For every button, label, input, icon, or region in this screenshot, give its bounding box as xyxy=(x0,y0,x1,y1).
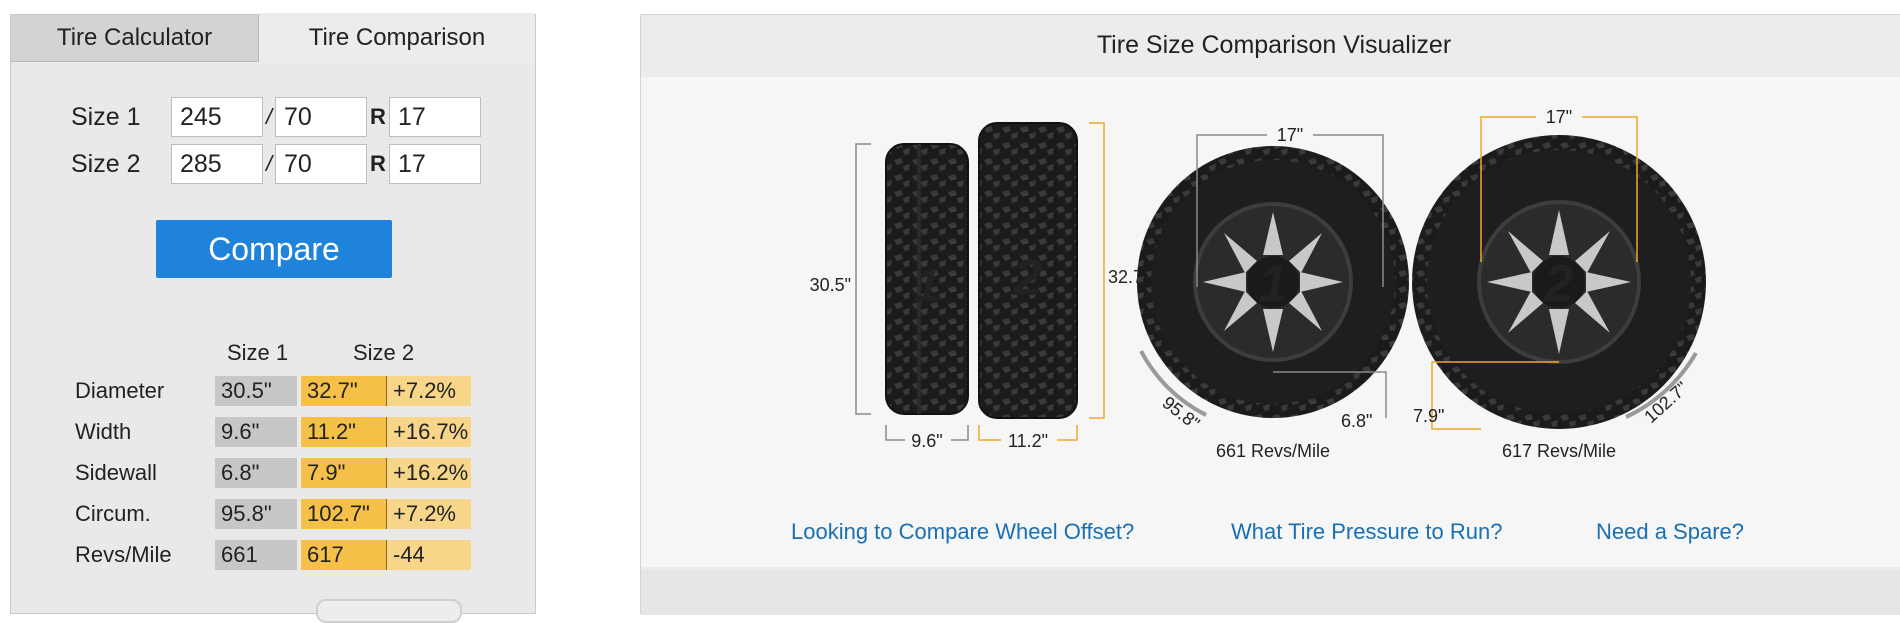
size2-rim-input[interactable] xyxy=(389,144,481,184)
tire1-diameter-bracket xyxy=(855,143,871,415)
tire1-front-view: 1 xyxy=(1137,146,1409,418)
results-header-size1: Size 1 xyxy=(227,340,289,365)
results-row: Revs/Mile 661 617 -44 xyxy=(75,539,471,571)
tire1-revs-label: 661 Revs/Mile xyxy=(1216,441,1330,461)
tire2-front-number: 2 xyxy=(1544,255,1574,313)
results-size1-value: 95.8" xyxy=(215,499,297,529)
results-size1-value: 6.8" xyxy=(215,458,297,488)
results-size2-value: 102.7" xyxy=(301,499,387,529)
tire2-side-view: 2 xyxy=(978,122,1078,419)
size2-row: Size 2 / R xyxy=(71,144,481,184)
size2-r: R xyxy=(370,151,386,176)
size1-aspect-input[interactable] xyxy=(275,97,367,137)
size1-row: Size 1 / R xyxy=(71,97,481,137)
tire1-width-label: 9.6" xyxy=(911,431,942,451)
results-row-label: Circum. xyxy=(75,501,151,526)
link-compare-wheel-offset[interactable]: Looking to Compare Wheel Offset? xyxy=(791,519,1134,545)
tire1-side-number: 1 xyxy=(914,259,940,311)
compare-button[interactable]: Compare xyxy=(156,220,392,278)
size2-label: Size 2 xyxy=(71,149,141,178)
tire2-width-label: 11.2" xyxy=(1008,431,1048,451)
visualizer-footer xyxy=(641,570,1900,615)
results-header-size2: Size 2 xyxy=(353,340,415,365)
results-size2-value: 11.2" xyxy=(301,417,387,447)
tab-tire-calculator[interactable]: Tire Calculator xyxy=(11,15,259,62)
size1-slash: / xyxy=(265,104,273,129)
results-size1-value: 30.5" xyxy=(215,376,297,406)
tab-tire-comparison[interactable]: Tire Comparison xyxy=(259,13,535,63)
results-diff-value: +16.7% xyxy=(387,417,471,447)
size1-r: R xyxy=(370,104,386,129)
results-diff-value: +16.2% xyxy=(387,458,471,488)
results-row: Sidewall 6.8" 7.9" +16.2% xyxy=(75,457,471,489)
size1-rim-input[interactable] xyxy=(389,97,481,137)
units-toggle[interactable] xyxy=(316,599,462,623)
size1-label: Size 1 xyxy=(71,102,141,131)
tire1-rim-label: 17" xyxy=(1277,125,1303,145)
tire2-rim-label: 17" xyxy=(1546,107,1572,127)
results-row-label: Revs/Mile xyxy=(75,542,172,567)
tire2-sidewall-label: 7.9" xyxy=(1413,406,1444,426)
results-row-label: Diameter xyxy=(75,378,165,403)
results-size1-value: 661 xyxy=(215,540,297,570)
link-need-spare[interactable]: Need a Spare? xyxy=(1596,519,1744,545)
tire-diagram: 1 2 30.5" 32.7" 9.6" 11.2" 1 17" 6.8" 95… xyxy=(810,105,1706,461)
results-size2-value: 617 xyxy=(301,540,387,570)
results-row-label: Width xyxy=(75,419,132,444)
results-diff-value: +7.2% xyxy=(387,499,471,529)
tire1-diameter-label: 30.5" xyxy=(810,275,851,295)
link-tire-pressure[interactable]: What Tire Pressure to Run? xyxy=(1231,519,1502,545)
results-size2-value: 7.9" xyxy=(301,458,387,488)
visualizer-panel: Tire Size Comparison Visualizer 1 2 30.5… xyxy=(640,14,1900,615)
tire2-side-number: 2 xyxy=(1013,249,1043,307)
tire1-sidewall-label: 6.8" xyxy=(1341,411,1372,431)
size2-aspect-input[interactable] xyxy=(275,144,367,184)
size1-width-input[interactable] xyxy=(171,97,263,137)
tire2-diameter-bracket xyxy=(1089,122,1105,419)
calculator-panel: Tire Calculator Tire Comparison Size 1 /… xyxy=(10,13,536,623)
size2-slash: / xyxy=(265,151,273,176)
size2-width-input[interactable] xyxy=(171,144,263,184)
results-row-label: Sidewall xyxy=(75,460,157,485)
tire1-front-number: 1 xyxy=(1259,255,1288,313)
tire1-side-view: 1 xyxy=(885,143,969,415)
results-diff-value: -44 xyxy=(387,540,471,570)
results-row: Diameter 30.5" 32.7" +7.2% xyxy=(75,375,471,407)
results-row: Width 9.6" 11.2" +16.7% xyxy=(75,416,471,448)
tire2-revs-label: 617 Revs/Mile xyxy=(1502,441,1616,461)
tire2-front-view: 2 xyxy=(1412,135,1706,429)
visualizer-title: Tire Size Comparison Visualizer xyxy=(1096,30,1452,59)
results-size2-value: 32.7" xyxy=(301,376,387,406)
results-row: Circum. 95.8" 102.7" +7.2% xyxy=(75,498,471,530)
results-size1-value: 9.6" xyxy=(215,417,297,447)
results-diff-value: +7.2% xyxy=(387,376,471,406)
